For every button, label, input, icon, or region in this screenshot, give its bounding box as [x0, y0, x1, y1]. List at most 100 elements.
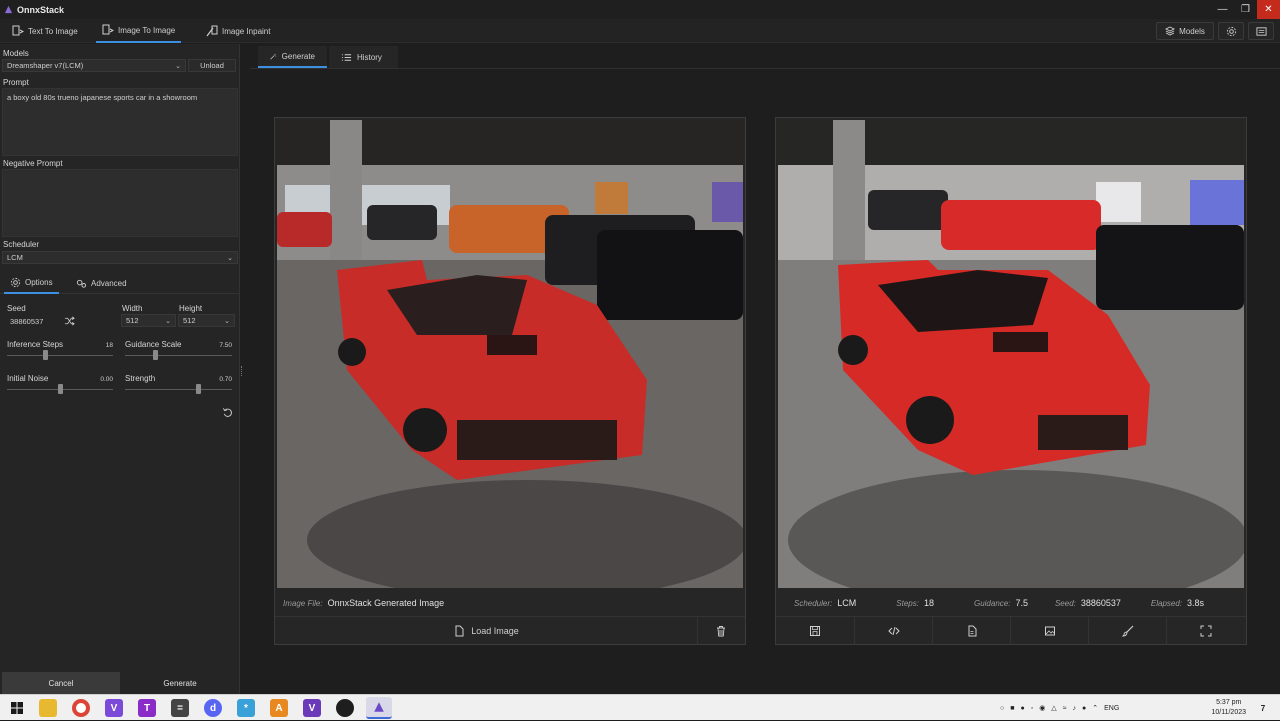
language-indicator[interactable]: ENG — [1104, 705, 1119, 712]
notification-icon[interactable]: 7 — [1254, 699, 1272, 717]
fullscreen-button[interactable] — [1167, 617, 1244, 645]
scheduler-info-value: LCM — [837, 598, 857, 608]
windows-start-icon[interactable] — [8, 699, 26, 717]
models-button[interactable]: Models — [1156, 22, 1214, 40]
seed-input[interactable]: 38860537 — [5, 315, 61, 327]
image-file-label: Image File: — [283, 598, 323, 608]
steps-info-value: 18 — [923, 598, 934, 608]
strength-slider-thumb[interactable] — [196, 384, 202, 394]
maximize-button[interactable]: ❐ — [1234, 0, 1257, 19]
tab-options[interactable]: Options — [4, 272, 59, 294]
shuffle-icon[interactable] — [64, 316, 75, 326]
cancel-button[interactable]: Cancel — [2, 672, 120, 694]
discord-icon[interactable]: d — [204, 699, 222, 717]
app-logo-icon — [4, 5, 13, 14]
send-to-image-button[interactable] — [1011, 617, 1088, 645]
initial-noise-slider-thumb[interactable] — [57, 384, 63, 394]
visual-studio-icon[interactable]: V — [303, 699, 321, 717]
brush-icon — [1121, 625, 1133, 636]
image-file-info: Image File: OnnxStack Generated Image — [275, 590, 745, 616]
clock-date: 10/11/2023 — [1211, 709, 1246, 716]
tab-advanced[interactable]: Advanced — [70, 272, 133, 294]
negative-prompt-textarea[interactable] — [2, 169, 238, 237]
inference-steps-slider-thumb[interactable] — [43, 350, 49, 360]
mode-tab-bar: Text To Image Image To Image Image Inpai… — [0, 19, 1280, 43]
tray-icon[interactable]: ◦ — [1031, 705, 1033, 712]
guidance-scale-slider[interactable] — [125, 355, 232, 356]
onnxstack-taskbar-icon[interactable] — [366, 697, 392, 719]
tab-image-to-image[interactable]: Image To Image — [96, 19, 182, 43]
image-inpaint-icon — [206, 25, 218, 37]
tab-history[interactable]: History — [329, 46, 398, 68]
tab-advanced-label: Advanced — [91, 278, 127, 288]
tab-generate[interactable]: Generate — [258, 46, 327, 68]
seed-info-value: 38860537 — [1080, 598, 1121, 608]
taskbar-clock[interactable]: 5:37 pm 10/11/2023 — [1211, 698, 1246, 718]
height-select[interactable]: 512 ⌄ — [178, 314, 235, 327]
tab-history-label: History — [357, 52, 382, 62]
visual-studio-icon[interactable]: V — [105, 699, 123, 717]
inference-steps-slider[interactable] — [7, 355, 113, 356]
close-button[interactable]: ✕ — [1257, 0, 1280, 19]
notification-count: 7 — [1260, 703, 1266, 713]
trash-icon — [717, 625, 725, 636]
windows-taskbar: V T = d * A V ○ ■ ● ◦ ◉ △ ≈ ♪ ● ⌃ ENG 5:… — [0, 694, 1280, 720]
twitch-icon[interactable]: T — [138, 699, 156, 717]
negative-prompt-label: Negative Prompt — [3, 159, 63, 168]
up-arrow-icon[interactable]: ⌃ — [1092, 704, 1098, 712]
tray-icon[interactable]: ◉ — [1039, 704, 1045, 712]
volume-icon[interactable]: ♪ — [1073, 705, 1077, 712]
system-tray: ○ ■ ● ◦ ◉ △ ≈ ♪ ● ⌃ ENG — [1000, 695, 1119, 721]
minimize-button[interactable]: — — [1211, 0, 1234, 19]
microphone-icon[interactable]: ● — [1082, 705, 1086, 712]
chevron-down-icon: ⌄ — [165, 317, 171, 325]
copy-settings-button[interactable] — [855, 617, 932, 645]
strength-slider[interactable] — [125, 389, 232, 390]
tray-icon[interactable]: ● — [1020, 705, 1024, 712]
wifi-icon[interactable]: ≈ — [1063, 705, 1067, 712]
models-label: Models — [3, 49, 29, 58]
prompt-textarea[interactable]: a boxy old 80s trueno japanese sports ca… — [2, 88, 238, 156]
guidance-scale-slider-thumb[interactable] — [152, 350, 158, 360]
tray-icon[interactable]: ■ — [1010, 705, 1014, 712]
width-select[interactable]: 512 ⌄ — [121, 314, 176, 327]
input-image-panel: Image File: OnnxStack Generated Image Lo… — [274, 117, 746, 645]
elapsed-info-value: 3.8s — [1187, 598, 1205, 608]
vlc-icon[interactable]: A — [270, 699, 288, 717]
gears-icon — [76, 279, 87, 288]
tab-text-to-image[interactable]: Text To Image — [6, 19, 84, 43]
calculator-icon[interactable]: = — [171, 699, 189, 717]
load-image-label: Load Image — [471, 625, 519, 636]
save-button[interactable] — [776, 617, 854, 645]
paint-icon[interactable]: * — [237, 699, 255, 717]
scheduler-select[interactable]: LCM ⌄ — [2, 251, 238, 264]
scheduler-info-label: Scheduler: — [794, 598, 833, 608]
sidebar-splitter[interactable] — [240, 44, 245, 694]
unload-button[interactable]: Unload — [188, 59, 236, 72]
guidance-info-value: 7.5 — [1015, 598, 1028, 608]
chrome-icon[interactable] — [72, 699, 90, 717]
delete-button[interactable] — [698, 617, 744, 645]
tray-icon[interactable]: △ — [1051, 704, 1056, 712]
seed-label: Seed — [7, 304, 26, 313]
generate-button-label: Generate — [163, 678, 197, 688]
send-to-text-button[interactable] — [933, 617, 1010, 645]
output-image — [778, 120, 1244, 588]
width-select-value: 512 — [126, 316, 139, 325]
send-to-inpaint-button[interactable] — [1089, 617, 1166, 645]
clock-time: 5:37 pm — [1216, 699, 1242, 706]
model-select[interactable]: Dreamshaper v7(LCM) ⌄ — [2, 59, 186, 72]
tab-image-inpaint[interactable]: Image Inpaint — [200, 19, 276, 43]
obs-icon[interactable] — [336, 699, 354, 717]
layers-icon — [1165, 26, 1176, 36]
reset-icon[interactable] — [222, 407, 233, 418]
seed-input-value: 38860537 — [10, 316, 44, 326]
tab-label: Image To Image — [118, 25, 176, 35]
settings-button[interactable] — [1218, 22, 1244, 40]
load-image-button[interactable]: Load Image — [275, 617, 697, 645]
log-button[interactable] — [1248, 22, 1274, 40]
file-explorer-icon[interactable] — [39, 699, 57, 717]
code-icon — [887, 626, 900, 635]
tray-icon[interactable]: ○ — [1000, 705, 1004, 712]
generate-button[interactable]: Generate — [122, 672, 238, 694]
